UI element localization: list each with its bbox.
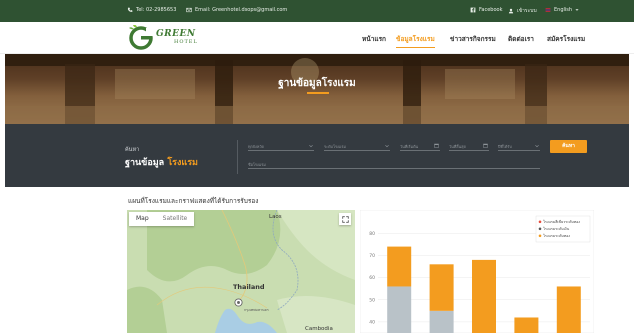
email-contact[interactable]: Email: Greenhotel.dsops@gmail.com: [186, 7, 287, 13]
chevron-down-icon: [385, 144, 389, 148]
site-header: GREEN HOTEL หน้าแรก ข้อมูลโรงแรม ข่าวสาร…: [0, 22, 634, 54]
hotel-level-select-value: ระดับโรงแรม: [324, 144, 346, 149]
banner-title-underline: [307, 92, 329, 94]
map-terrain: [127, 210, 355, 333]
facebook-text: Facebook: [479, 7, 503, 13]
map-label-cambodia: Cambodia: [305, 326, 333, 332]
certified-hotels-chart: 40 50 60 70 80 โรงแรมสีเขียวระดับทองโรงแรมระด…: [360, 210, 594, 333]
language-text: English: [554, 7, 573, 13]
logo-subtext: HOTEL: [174, 39, 198, 45]
phone-contact[interactable]: Tel: 02-2985653: [127, 7, 176, 13]
chart-legend-label: โรงแรมระดับทอง: [543, 233, 570, 238]
calendar-icon: [434, 143, 439, 148]
logo-text: GREEN: [156, 29, 196, 39]
map-label-laos: Laos: [269, 214, 282, 220]
chart-bar-gray-2[interactable]: [429, 310, 454, 333]
nav-register-hotel[interactable]: สมัครโรงแรม: [547, 34, 585, 44]
chart-y-tick-label: 40: [369, 319, 375, 325]
hotel-name-input[interactable]: ชื่อโรงแรม: [248, 158, 540, 169]
province-select[interactable]: ทุกจังหวัด: [248, 140, 314, 151]
award-year-select-value: ปีที่ได้รับ: [498, 144, 512, 149]
chart-bar-orange-3[interactable]: [472, 259, 496, 333]
search-label-main-text: ฐานข้อมูล: [125, 158, 165, 168]
province-select-value: ทุกจังหวัด: [248, 144, 264, 149]
site-logo[interactable]: GREEN HOTEL: [128, 25, 228, 51]
chevron-down-icon: [309, 144, 313, 148]
email-text: Email: Greenhotel.dsops@gmail.com: [195, 7, 288, 13]
chart-bar-orange-1[interactable]: [387, 246, 412, 287]
language-selector[interactable]: English: [545, 7, 579, 13]
chart-bar-orange-5[interactable]: [556, 286, 581, 333]
top-utility-bar: Tel: 02-2985653 Email: Greenhotel.dsops@…: [0, 0, 634, 22]
hotel-search-panel: ค้นหา ฐานข้อมูล โรงแรม ทุกจังหวัด ระดับโ…: [5, 124, 629, 187]
end-date-input[interactable]: วันที่สิ้นสุด: [449, 140, 489, 151]
chart-bar-gray-1[interactable]: [387, 286, 412, 333]
chart-legend-swatch: [538, 234, 542, 238]
map-tab-map[interactable]: Map: [129, 212, 156, 226]
search-button[interactable]: ค้นหา: [550, 140, 587, 153]
login-link[interactable]: เข้าระบบ: [508, 7, 537, 15]
page-banner: ฐานข้อมูลโรงแรม: [5, 54, 629, 124]
nav-news-activities[interactable]: ข่าวสารกิจกรรม: [450, 34, 496, 44]
start-date-placeholder: วันที่เริ่มต้น: [400, 144, 419, 149]
start-date-input[interactable]: วันที่เริ่มต้น: [400, 140, 440, 151]
search-divider: [237, 140, 238, 174]
chart-legend-label: โรงแรมสีเขียวระดับทอง: [543, 219, 580, 224]
chart-legend-swatch: [538, 227, 542, 231]
map-fullscreen-button[interactable]: [339, 213, 351, 225]
nav-contact[interactable]: ติดต่อเรา: [508, 34, 534, 44]
map-label-thailand: Thailand: [233, 283, 265, 291]
phone-text: Tel: 02-2985653: [136, 7, 177, 13]
search-label-highlight: โรงแรม: [167, 158, 198, 168]
login-text: เข้าระบบ: [517, 8, 537, 14]
mail-icon: [186, 7, 192, 13]
facebook-link[interactable]: Facebook: [470, 7, 503, 13]
award-year-select[interactable]: ปีที่ได้รับ: [498, 140, 540, 151]
hotel-level-select[interactable]: ระดับโรงแรม: [324, 140, 390, 151]
calendar-icon: [483, 143, 488, 148]
flag-icon: [545, 8, 551, 12]
chart-bar-orange-2[interactable]: [429, 264, 454, 311]
facebook-icon: [470, 7, 476, 13]
map-label-bangkok: กรุงเทพมหานคร: [244, 308, 269, 312]
chevron-down-icon: [535, 144, 539, 148]
map-tab-satellite[interactable]: Satellite: [156, 212, 195, 226]
chart-legend-swatch: [538, 220, 542, 224]
hotel-location-marker-icon[interactable]: [234, 298, 243, 307]
fullscreen-icon: [341, 215, 349, 223]
chart-y-tick-label: 60: [369, 275, 375, 281]
chart-canvas: 40 50 60 70 80 โรงแรมสีเขียวระดับทองโรงแรมระด…: [360, 210, 594, 333]
map-type-tabs: Map Satellite: [129, 212, 195, 226]
chart-y-tick-label: 50: [369, 297, 375, 303]
chart-legend-label: โรงแรมระดับเงิน: [543, 226, 570, 231]
nav-home[interactable]: หน้าแรก: [362, 34, 386, 44]
chart-bar-orange-4[interactable]: [514, 317, 539, 333]
nav-hotel-info[interactable]: ข้อมูลโรงแรม: [396, 34, 435, 48]
banner-title: ฐานข้อมูลโรงแรม: [278, 78, 356, 89]
chart-y-tick-label: 70: [369, 253, 375, 259]
search-label-main: ฐานข้อมูล โรงแรม: [125, 155, 198, 169]
end-date-placeholder: วันที่สิ้นสุด: [449, 144, 466, 149]
green-hotel-logo-icon: [129, 25, 154, 50]
phone-icon: [127, 7, 133, 12]
hotel-name-placeholder: ชื่อโรงแรม: [248, 162, 266, 167]
section-title: แผนที่โรงแรมและกราฟแสดงที่ได้รับการรับรอ…: [128, 197, 259, 205]
caret-down-icon: [575, 9, 579, 11]
hotel-map[interactable]: Map Satellite Laos Thailand Cambodia กรุ…: [127, 210, 355, 333]
user-icon: [508, 8, 514, 14]
search-label-small: ค้นหา: [125, 147, 140, 153]
chart-y-tick-label: 80: [369, 231, 375, 237]
